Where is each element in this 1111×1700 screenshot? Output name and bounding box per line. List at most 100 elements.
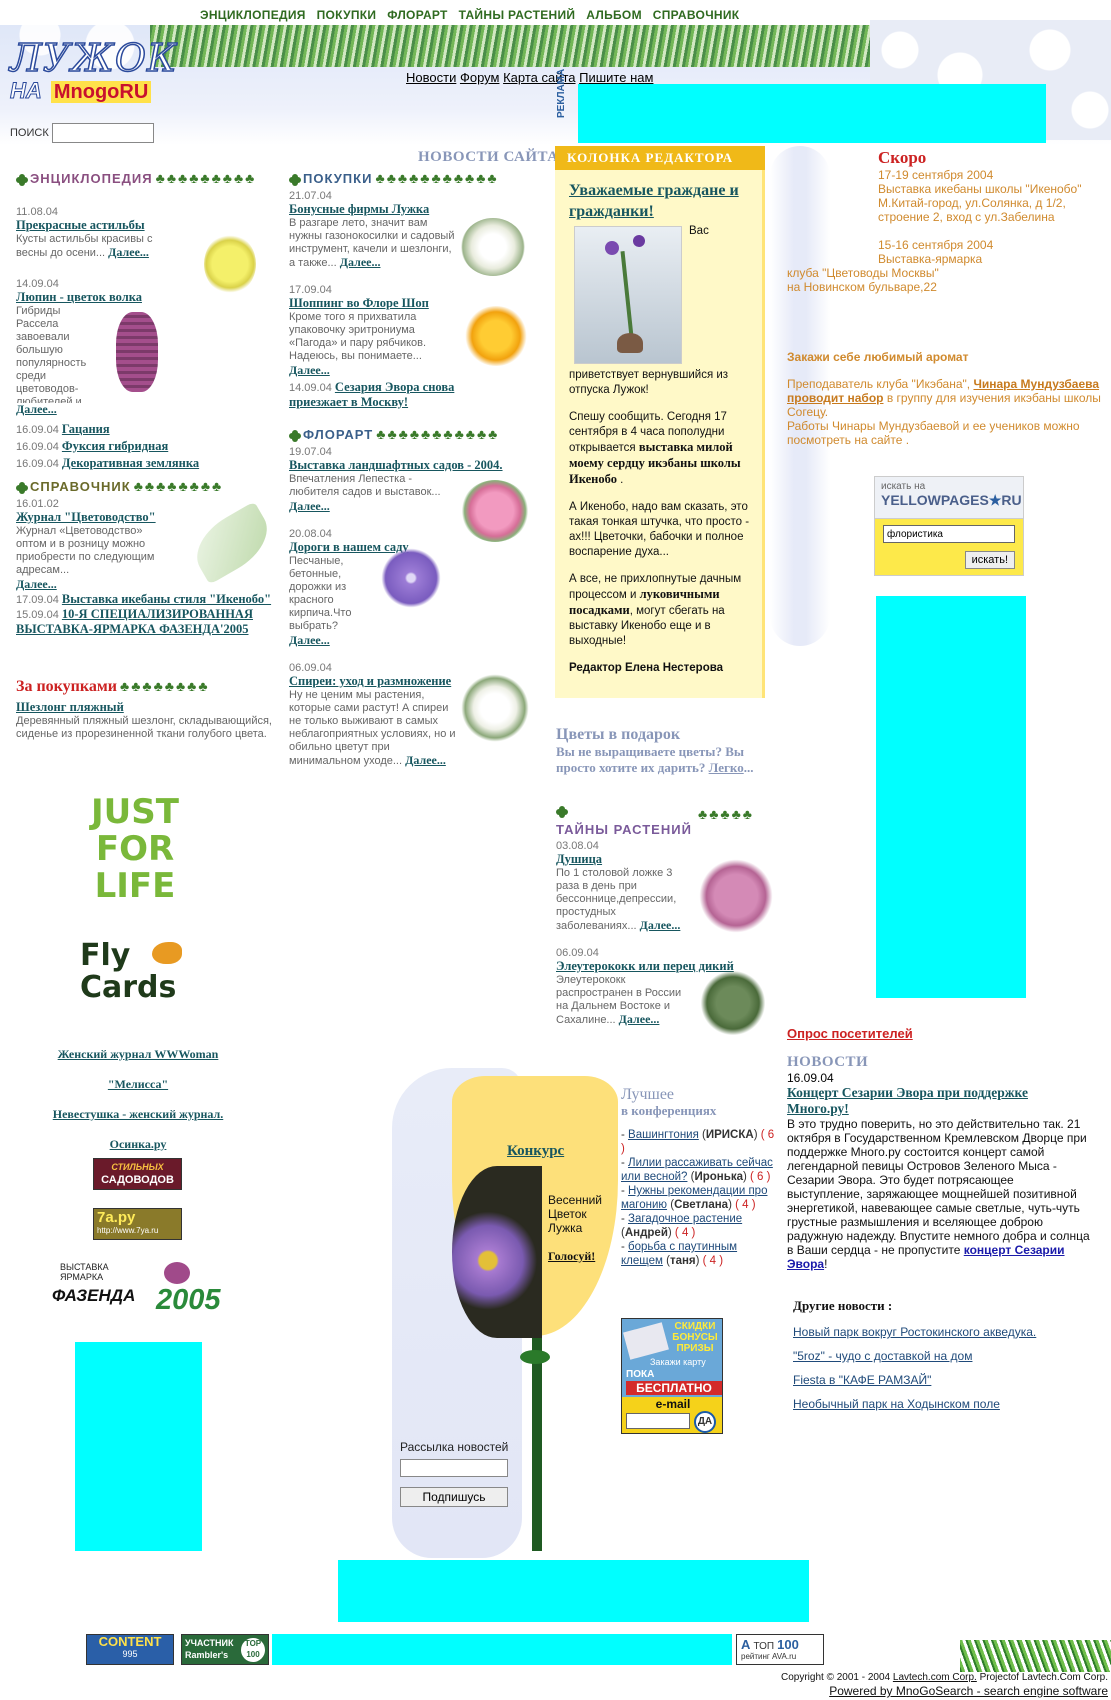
ava-counter[interactable]: A ТОП 100 рейтинг AVA.ru <box>736 1634 824 1665</box>
article-link[interactable]: Выставка ландшафтных садов - 2004. <box>289 458 503 472</box>
article-link[interactable]: Элеутерококк или перец дикий <box>556 959 734 973</box>
fly-cards-logo[interactable]: Fly Cards <box>80 940 200 1004</box>
more-link[interactable]: Далее... <box>289 363 330 377</box>
nav-encyclopedia[interactable]: ЭНЦИКЛОПЕДИЯ <box>200 8 306 22</box>
star-icon: ★ <box>988 492 1002 508</box>
product-link[interactable]: Шезлонг пляжный <box>16 700 124 714</box>
subnav-write[interactable]: Пишите нам <box>579 70 653 85</box>
floral-heading[interactable]: ФЛОРАРТ ♣♣♣♣♣♣♣♣♣♣♣ <box>289 426 537 442</box>
lavtech-link[interactable]: Lavtech.com Corp. <box>893 1672 977 1683</box>
article-link[interactable]: Прекрасные астильбы <box>16 218 145 232</box>
article-link[interactable]: Фуксия гибридная <box>62 439 168 453</box>
newsletter-section: Рассылка новостей Подпишусь <box>400 1440 530 1507</box>
stylish-gardeners-banner[interactable]: СТИЛЬНЫХ САДОВОДОВ <box>93 1158 182 1190</box>
other-news-link[interactable]: Новый парк вокруг Ростокинского акведука… <box>793 1325 1036 1339</box>
subnav-forum[interactable]: Форум <box>460 70 500 85</box>
vote-link[interactable]: Голосуй! <box>548 1249 595 1263</box>
encyclopedia-item-1: 11.08.04 Прекрасные астильбы Кусты астил… <box>16 206 272 294</box>
conf-item: - Лилии рассаживать сейчас или весной? (… <box>621 1157 773 1183</box>
other-news-link[interactable]: Fiesta в "КАФЕ РАМЗАЙ" <box>793 1373 931 1387</box>
right-ad-banner[interactable] <box>876 596 1026 998</box>
partner-link[interactable]: Осинка.ру <box>110 1137 167 1151</box>
bottom-ad-banner[interactable] <box>338 1560 809 1622</box>
nav-floral[interactable]: ФЛОРАРТ <box>387 8 447 22</box>
more-link[interactable]: Далее... <box>289 499 330 513</box>
aroma-link[interactable]: Закажи себе любимый аромат <box>787 350 968 364</box>
purchases-heading[interactable]: ПОКУПКИ ♣♣♣♣♣♣♣♣♣♣♣ <box>289 170 537 186</box>
nav-reference[interactable]: СПРАВОЧНИК <box>653 8 740 22</box>
clover-row-icon: ♣♣♣♣♣♣♣♣♣ <box>155 170 257 186</box>
clover-row-icon: ♣♣♣♣♣♣♣♣ <box>133 478 224 494</box>
encyclopedia-short-list: 16.09.04 Гацания 16.09.04 Фуксия гибридн… <box>16 422 200 470</box>
article-link[interactable]: Спиреи: уход и размножение <box>289 674 451 688</box>
clover-row-icon: ♣♣♣♣♣♣♣♣ <box>120 678 210 694</box>
secrets-heading[interactable]: ♣♣♣♣♣ ТАЙНЫ РАСТЕНИЙ <box>556 806 778 837</box>
article-link[interactable]: Шоппинг во Флоре Шоп <box>289 296 429 310</box>
more-link[interactable]: Далее... <box>405 753 446 767</box>
contest-link[interactable]: Конкурс <box>507 1143 564 1160</box>
tulip-stem <box>532 1336 542 1551</box>
partner-link[interactable]: "Мелисса" <box>108 1077 168 1091</box>
rambler-counter[interactable]: УЧАСТНИК Rambler's TOP 100 <box>181 1634 269 1665</box>
other-news-title: Другие новости : <box>793 1298 893 1313</box>
promo-yes-button[interactable]: ДА <box>694 1411 716 1433</box>
more-link[interactable]: Далее... <box>16 577 57 591</box>
fazenda-logo[interactable]: ВЫСТАВКА ЯРМАРКА ФАЗЕНДА 2005 <box>52 1262 232 1322</box>
periwinkle-image <box>375 542 447 614</box>
reference-heading[interactable]: СПРАВОЧНИК ♣♣♣♣♣♣♣♣ <box>16 478 272 494</box>
other-news-section: Другие новости : Новый парк вокруг Росто… <box>793 1294 1093 1416</box>
conf-link[interactable]: Вашингтония <box>628 1129 699 1141</box>
article-link[interactable]: Гацания <box>62 422 110 436</box>
article-link[interactable]: Бонусные фирмы Лужка <box>289 202 429 216</box>
logo-title: ЛУЖОК <box>9 36 178 80</box>
subscribe-button[interactable]: Подпишусь <box>400 1487 508 1507</box>
just-for-life-logo[interactable]: JUST FOR LIFE <box>80 794 190 905</box>
eleutherococcus-image <box>698 971 768 1035</box>
7ya-banner[interactable]: 7a.py http://www.7ya.ru <box>93 1208 182 1240</box>
nav-secrets[interactable]: ТАЙНЫ РАСТЕНИЙ <box>459 8 576 22</box>
conf-link[interactable]: Загадочное растение <box>628 1213 742 1225</box>
partner-link[interactable]: Женский журнал WWWoman <box>58 1047 219 1061</box>
contest-text: Весенний Цветок Лужка Голосуй! <box>548 1193 603 1263</box>
article-link[interactable]: Декоративная землянка <box>62 456 199 470</box>
grass-footer <box>960 1640 1111 1672</box>
subnav-news[interactable]: Новости <box>406 70 456 85</box>
clover-row-icon: ♣♣♣♣♣♣♣♣♣♣♣ <box>375 170 499 186</box>
encyclopedia-heading[interactable]: ЭНЦИКЛОПЕДИЯ ♣♣♣♣♣♣♣♣♣ <box>16 170 272 186</box>
article-link[interactable]: Душица <box>556 852 602 866</box>
yellowpages-search-button[interactable]: искать! <box>964 551 1015 569</box>
discount-card-banner[interactable]: СКИДКИ БОНУСЫ ПРИЗЫ Закажи карту ПОКА БЕСП… <box>621 1318 723 1434</box>
article-link[interactable]: Люпин - цветок волка <box>16 290 142 304</box>
top-ad-banner[interactable] <box>578 84 1046 143</box>
toucan-icon <box>152 942 182 964</box>
newsletter-email-input[interactable] <box>400 1459 508 1477</box>
more-link[interactable]: Далее... <box>640 918 681 932</box>
more-link[interactable]: Далее... <box>619 1012 660 1026</box>
more-link[interactable]: Далее... <box>108 245 149 259</box>
more-link[interactable]: Далее... <box>340 255 381 269</box>
footer-ad-banner[interactable] <box>272 1634 732 1665</box>
promo-email-input[interactable] <box>626 1413 690 1429</box>
yellowpages-search-input[interactable] <box>883 525 1015 543</box>
powered-by-link[interactable]: Powered by MnoGoSearch - search engine s… <box>770 1684 1108 1698</box>
partner-link[interactable]: Невестушка - женский журнал. <box>53 1107 224 1121</box>
shopping-heading[interactable]: За покупками ♣♣♣♣♣♣♣♣ <box>16 678 272 696</box>
poll-link[interactable]: Опрос посетителей <box>787 1026 913 1041</box>
editor-article-title[interactable]: Уважаемые граждане и гражданки! <box>569 182 739 220</box>
content-counter[interactable]: CONTENT 995 <box>86 1634 174 1665</box>
nav-album[interactable]: АЛЬБОМ <box>586 8 642 22</box>
nav-purchases[interactable]: ПОКУПКИ <box>317 8 377 22</box>
more-link[interactable]: Далее... <box>16 402 57 416</box>
article-link[interactable]: Выставка икебаны стиля "Икенобо" <box>62 592 271 606</box>
article-link[interactable]: Журнал "Цветоводство" <box>16 510 156 524</box>
more-link[interactable]: Далее... <box>289 633 330 647</box>
gift-title[interactable]: Цветы в подарок <box>556 726 776 744</box>
ava-logo-icon: A <box>741 1637 751 1652</box>
gift-link[interactable]: Легко <box>709 760 744 775</box>
news-headline-link[interactable]: Концерт Сезарии Эвора при поддержке Мног… <box>787 1085 1028 1116</box>
other-news-link[interactable]: Необычный парк на Ходынском поле <box>793 1397 1000 1411</box>
search-input[interactable] <box>52 123 154 143</box>
site-logo[interactable]: ЛУЖОК НА MnogoRU <box>9 36 180 118</box>
other-news-link[interactable]: "5roz" - чудо с доставкой на дом <box>793 1349 972 1363</box>
left-ad-banner[interactable] <box>75 1342 202 1551</box>
